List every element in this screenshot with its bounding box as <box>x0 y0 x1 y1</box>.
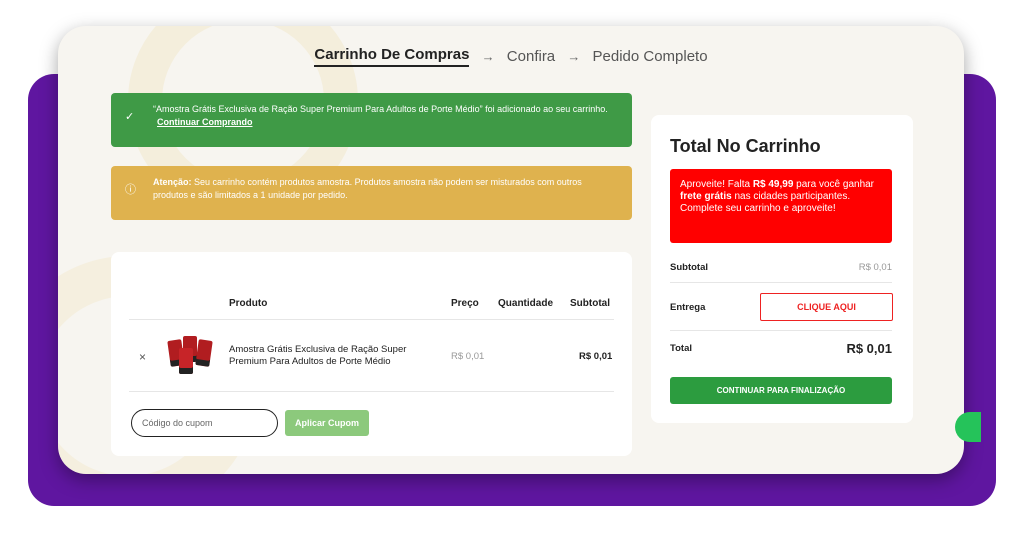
browser-window: Carrinho De Compras → Confira → Pedido C… <box>58 26 964 474</box>
calculate-shipping-button[interactable]: CLIQUE AQUI <box>760 293 893 321</box>
promo-text: Aproveite! Falta <box>680 179 753 190</box>
success-notice: ✓ “Amostra Grátis Exclusiva de Ração Sup… <box>111 93 632 147</box>
column-product: Produto <box>229 298 268 309</box>
checkout-button[interactable]: CONTINUAR PARA FINALIZAÇÃO <box>670 377 892 404</box>
free-shipping-banner: Aproveite! Falta R$ 49,99 para você ganh… <box>670 169 892 243</box>
continue-shopping-link[interactable]: Continuar Comprando <box>157 117 253 127</box>
product-name[interactable]: Amostra Grátis Exclusiva de Ração Super … <box>229 344 429 368</box>
subtotal-label: Subtotal <box>670 262 708 273</box>
divider <box>670 282 892 283</box>
product-price: R$ 0,01 <box>451 351 485 362</box>
warning-notice: ⓘ Atenção: Seu carrinho contém produtos … <box>111 166 632 220</box>
product-subtotal: R$ 0,01 <box>579 351 613 362</box>
info-icon: ⓘ <box>125 184 136 196</box>
warning-title: Atenção: <box>153 177 192 187</box>
cart-table: Produto Preço Quantidade Subtotal × Amos… <box>111 252 632 456</box>
step-complete[interactable]: Pedido Completo <box>593 48 708 65</box>
promo-free-shipping: frete grátis <box>680 191 732 202</box>
success-message: “Amostra Grátis Exclusiva de Ração Super… <box>153 104 608 114</box>
arrow-right-icon: → <box>567 49 581 64</box>
coupon-input[interactable]: Código do cupom <box>131 409 278 437</box>
totals-title: Total No Carrinho <box>670 136 821 156</box>
check-icon: ✓ <box>125 111 135 123</box>
total-value: R$ 0,01 <box>846 341 892 356</box>
subtotal-value: R$ 0,01 <box>858 262 892 273</box>
column-subtotal: Subtotal <box>570 298 610 309</box>
column-quantity: Quantidade <box>498 298 554 309</box>
total-label: Total <box>670 343 692 354</box>
product-thumbnail[interactable] <box>167 336 213 374</box>
table-header: Produto Preço Quantidade Subtotal <box>129 290 614 320</box>
apply-coupon-button[interactable]: Aplicar Cupom <box>285 410 369 436</box>
whatsapp-icon[interactable] <box>955 412 981 442</box>
step-confirm[interactable]: Confira <box>507 48 555 65</box>
arrow-right-icon: → <box>481 49 495 64</box>
step-cart[interactable]: Carrinho De Compras <box>314 46 470 67</box>
cart-totals: Total No Carrinho Aproveite! Falta R$ 49… <box>651 115 913 423</box>
table-row: × Amostra Grátis Exclusiva de Ração Supe… <box>129 322 614 392</box>
remove-item-icon[interactable]: × <box>139 350 146 364</box>
column-price: Preço <box>451 298 479 309</box>
checkout-steps: Carrinho De Compras → Confira → Pedido C… <box>58 46 964 67</box>
promo-amount: R$ 49,99 <box>752 179 794 190</box>
divider <box>670 330 892 331</box>
promo-text: para você ganhar <box>793 179 875 190</box>
warning-message: Seu carrinho contém produtos amostra. Pr… <box>153 177 582 200</box>
shipping-label: Entrega <box>670 302 706 313</box>
